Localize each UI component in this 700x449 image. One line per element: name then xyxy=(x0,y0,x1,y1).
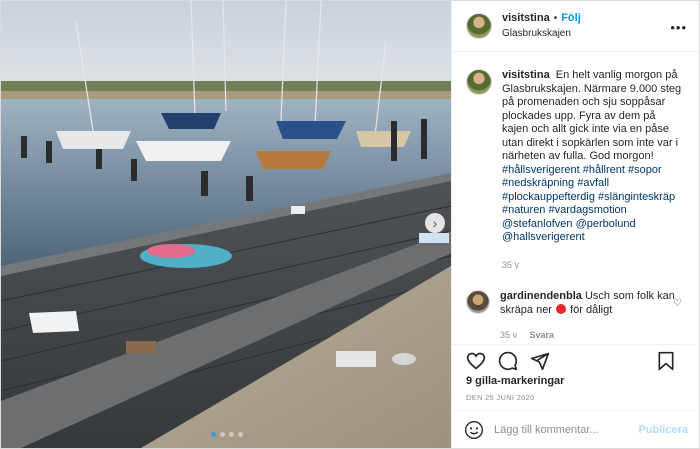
follow-button[interactable]: Följ xyxy=(561,11,581,26)
hashtag-link[interactable]: #hållsverigerent xyxy=(502,164,580,176)
commenter-username[interactable]: gardinendenbla xyxy=(500,290,582,302)
hashtag-link[interactable]: #avfall xyxy=(577,177,609,189)
carousel-dot xyxy=(220,432,225,437)
reply-button[interactable]: Svara xyxy=(530,330,555,340)
post-date: DEN 25 JUNI 2020 xyxy=(466,393,535,402)
heart-icon[interactable] xyxy=(466,351,486,371)
carousel-indicator xyxy=(211,432,243,437)
publish-button[interactable]: Publicera xyxy=(638,424,688,436)
hashtag-link[interactable]: #nedskräpning xyxy=(502,177,574,189)
post-location[interactable]: Glasbrukskajen xyxy=(502,26,581,41)
post-header: visitstina • Följ Glasbrukskajen ••• xyxy=(452,1,699,52)
instagram-post: › visitstina • Följ Glasbrukskajen ••• v… xyxy=(0,0,700,449)
hashtag-link[interactable]: #hållrent xyxy=(583,164,625,176)
post-sidebar: visitstina • Följ Glasbrukskajen ••• vis… xyxy=(451,1,699,448)
angry-face-emoji-icon xyxy=(556,303,567,314)
mention-link[interactable]: @perbolund xyxy=(576,218,636,230)
hashtag-link[interactable]: #slänginteskräp xyxy=(598,191,675,203)
mention-link[interactable]: @stefanlofven xyxy=(502,218,573,230)
mention-link[interactable]: @hallsverigerent xyxy=(502,231,585,243)
caption-text: En helt vanlig morgon på Glasbrukskajen.… xyxy=(502,69,682,162)
commenter-avatar[interactable] xyxy=(466,290,490,314)
smiley-icon[interactable] xyxy=(464,420,484,440)
comment-text-end: för dåligt xyxy=(570,303,613,316)
caption-username[interactable]: visitstina xyxy=(502,69,550,81)
caption-timestamp: 35 v xyxy=(502,259,520,270)
comment-input[interactable] xyxy=(494,423,639,436)
next-photo-button[interactable]: › xyxy=(425,213,445,233)
carousel-dot xyxy=(238,432,243,437)
hashtag-link[interactable]: #naturen xyxy=(502,204,545,216)
chevron-right-icon: › xyxy=(432,215,438,231)
caption: visitstina En helt vanlig morgon på Glas… xyxy=(466,69,684,272)
harbor-photo-image xyxy=(1,1,451,448)
carousel-dot xyxy=(229,432,234,437)
comments-section[interactable]: visitstina En helt vanlig morgon på Glas… xyxy=(452,53,698,344)
comment-timestamp: 35 v xyxy=(500,330,518,340)
action-bar xyxy=(452,344,698,374)
post-photo[interactable]: › xyxy=(1,1,451,448)
likes-count[interactable]: 9 gilla-markeringar xyxy=(466,375,564,387)
hashtag-link[interactable]: #vardagsmotion xyxy=(549,204,627,216)
author-avatar[interactable] xyxy=(466,13,492,39)
bookmark-icon[interactable] xyxy=(656,351,676,371)
caption-avatar[interactable] xyxy=(466,69,492,95)
add-comment-bar: Publicera xyxy=(452,410,698,448)
carousel-dot-active xyxy=(211,432,216,437)
comment-like-heart-icon[interactable]: ♡ xyxy=(673,298,682,309)
comment-icon[interactable] xyxy=(498,351,518,371)
separator-dot: • xyxy=(553,13,558,24)
more-icon[interactable]: ••• xyxy=(670,20,687,35)
hashtag-link[interactable]: #plockauppefterdig xyxy=(502,191,595,203)
author-username[interactable]: visitstina xyxy=(502,11,550,26)
share-icon[interactable] xyxy=(530,351,550,371)
hashtag-link[interactable]: #sopor xyxy=(628,164,662,176)
comment-item: gardinendenbla Usch som folk kan skräpa … xyxy=(466,290,684,343)
